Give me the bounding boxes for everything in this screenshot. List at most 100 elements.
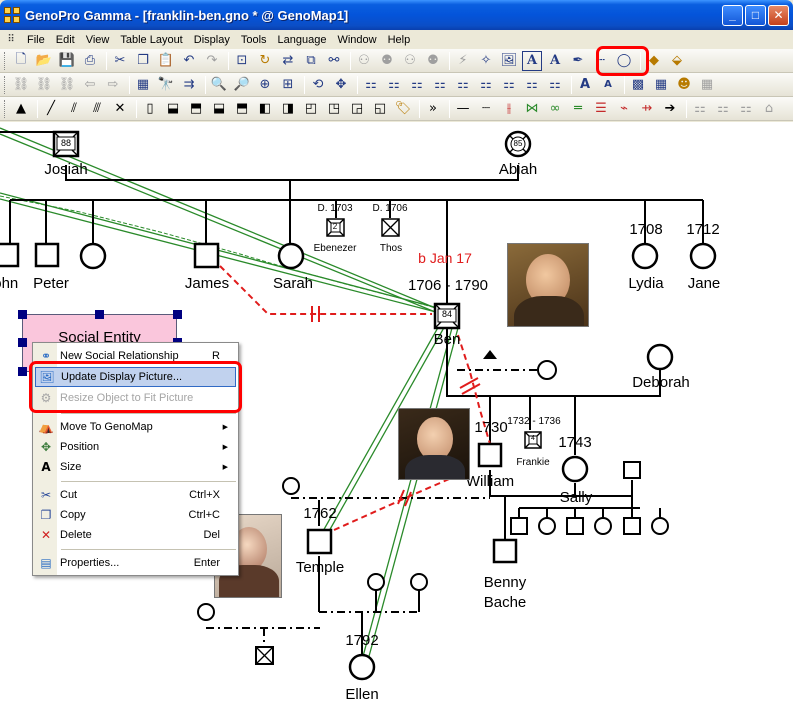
font-icon[interactable]: A	[545, 51, 565, 71]
unlink-icon[interactable]: ⛓	[57, 75, 77, 95]
person-ben[interactable]: Ben	[434, 331, 461, 348]
box-icon[interactable]: ▯	[140, 99, 160, 119]
paste-icon[interactable]: 📋	[156, 51, 176, 71]
genopro-app-icon[interactable]	[4, 7, 20, 23]
menu-view[interactable]: View	[81, 34, 116, 46]
zoom-fit-icon[interactable]: ⊕	[255, 75, 275, 95]
new-genomap-icon[interactable]: ⊡	[232, 51, 252, 71]
box-quarter-icon[interactable]: ◰	[301, 99, 321, 119]
dash-line-icon[interactable]: —	[453, 99, 473, 119]
person-frankie[interactable]: Frankie	[516, 457, 549, 468]
menu-help[interactable]: Help	[383, 34, 417, 46]
save-icon[interactable]: 💾	[57, 51, 77, 71]
layout-icon[interactable]: ⚏	[736, 99, 756, 119]
person-jane[interactable]: Jane	[688, 275, 721, 292]
box-quarter-icon[interactable]: ◳	[324, 99, 344, 119]
back-arrow-icon[interactable]: ⇦	[80, 75, 100, 95]
hostile-line-icon[interactable]: ☰	[591, 99, 611, 119]
chevron-right-icon[interactable]: »	[423, 99, 443, 119]
toolbar-grip[interactable]	[4, 51, 7, 70]
resize-handle[interactable]	[18, 338, 27, 347]
layout-icon[interactable]: ⚏	[361, 75, 381, 95]
menu-item-properties[interactable]: ▤ Properties... Enter	[35, 553, 236, 573]
menu-item-move-to-genomap[interactable]: ⛺ Move To GenoMap ▶	[35, 417, 236, 437]
home-icon[interactable]: ⌂	[759, 99, 779, 119]
resize-handle[interactable]	[173, 310, 182, 319]
twin-line-icon[interactable]: ⋈	[522, 99, 542, 119]
layout-icon[interactable]: ⚏	[384, 75, 404, 95]
maximize-button[interactable]: □	[745, 4, 766, 26]
zoom-in-icon[interactable]: 🔍	[209, 75, 229, 95]
menu-item-delete[interactable]: ✕ Delete Del	[35, 525, 236, 545]
person-sarah[interactable]: Sarah	[273, 275, 313, 292]
portrait-william[interactable]	[398, 408, 470, 480]
abuse-line-icon[interactable]: ⌁	[614, 99, 634, 119]
triple-slash-icon[interactable]: ⫻	[87, 99, 107, 119]
person-sally[interactable]: Sally	[560, 489, 593, 506]
menu-edit[interactable]: Edit	[51, 34, 81, 46]
smiley-icon[interactable]: ☻	[674, 75, 694, 95]
separation-line-icon[interactable]: ⫲	[499, 99, 519, 119]
dotted-line-icon[interactable]: ┈	[476, 99, 496, 119]
person-group-icon[interactable]: ⚇	[400, 51, 420, 71]
menu-table-layout[interactable]: Table Layout	[115, 34, 188, 46]
person-group-icon[interactable]: ⚉	[377, 51, 397, 71]
open-icon[interactable]: 📂	[34, 51, 54, 71]
grid-icon[interactable]: ▦	[651, 75, 671, 95]
person-abiah[interactable]: Abiah	[499, 161, 537, 178]
layout-icon[interactable]: ⚏	[713, 99, 733, 119]
person-group-icon[interactable]: ⚉	[423, 51, 443, 71]
person-lydia[interactable]: Lydia	[628, 275, 663, 292]
family-icon[interactable]: ⚯	[324, 51, 344, 71]
person-william[interactable]: William	[466, 473, 514, 490]
text-frame-icon[interactable]: A	[522, 50, 542, 71]
person-thos[interactable]: Thos	[380, 243, 402, 254]
menu-tools[interactable]: Tools	[236, 34, 273, 46]
resize-handle[interactable]	[18, 367, 27, 376]
person-john[interactable]: John	[0, 275, 18, 292]
menu-file[interactable]: File	[22, 34, 51, 46]
zoom-out-icon[interactable]: 🔎	[232, 75, 252, 95]
box-quarter-icon[interactable]: ◲	[347, 99, 367, 119]
undo-icon[interactable]: ↶	[179, 51, 199, 71]
copy-icon[interactable]: ❐	[133, 51, 153, 71]
arrow-right-icon[interactable]: ➔	[660, 99, 680, 119]
double-line-icon[interactable]: ═	[568, 99, 588, 119]
arrange-icon[interactable]: ⇄	[278, 51, 298, 71]
layout-icon[interactable]: ⚏	[476, 75, 496, 95]
new-icon[interactable]: 🗋	[11, 51, 31, 71]
grid-icon[interactable]: ▦	[697, 75, 717, 95]
pen-icon[interactable]: ✒	[568, 51, 588, 71]
layout-icon[interactable]: ⚏	[407, 75, 427, 95]
box-quarter-icon[interactable]: ◱	[370, 99, 390, 119]
find-icon[interactable]: 🔭	[156, 75, 176, 95]
person-james[interactable]: James	[185, 275, 229, 292]
cutoff-line-icon[interactable]: ⇸	[637, 99, 657, 119]
title-bar[interactable]: GenoPro Gamma - [franklin-ben.gno * @ Ge…	[0, 0, 793, 30]
print-icon[interactable]: ⎙	[80, 51, 100, 71]
move-icon[interactable]: ✥	[331, 75, 351, 95]
person-peter[interactable]: Peter	[33, 275, 69, 292]
mdi-document-icon[interactable]: ⠿	[0, 34, 22, 45]
resize-handle[interactable]	[95, 310, 104, 319]
box-half-icon[interactable]: ⬓	[209, 99, 229, 119]
cut-icon[interactable]: ✂	[110, 51, 130, 71]
layout-icon[interactable]: ⚏	[522, 75, 542, 95]
link-icon[interactable]: ⚡	[453, 51, 473, 71]
update-display-picture-icon[interactable]: 🖼	[499, 51, 519, 71]
person-deborah[interactable]: Deborah	[632, 374, 690, 391]
tag-icon[interactable]: 🏷	[393, 99, 413, 119]
grid-icon[interactable]: ▩	[628, 75, 648, 95]
link-icon[interactable]: ⛓	[11, 75, 31, 95]
unlink-icon[interactable]: ⛓	[34, 75, 54, 95]
find-next-icon[interactable]: ⇉	[179, 75, 199, 95]
menu-item-size[interactable]: A Size ▶	[35, 457, 236, 477]
close-line-icon[interactable]: ∞	[545, 99, 565, 119]
person-temple[interactable]: Temple	[296, 559, 344, 576]
table-icon[interactable]: ▦	[133, 75, 153, 95]
font-shrink-icon[interactable]: A	[598, 75, 618, 95]
double-slash-icon[interactable]: ⫽	[64, 99, 84, 119]
rotate-icon[interactable]: ⟲	[308, 75, 328, 95]
forward-arrow-icon[interactable]: ⇨	[103, 75, 123, 95]
layout-icon[interactable]: ⚏	[499, 75, 519, 95]
